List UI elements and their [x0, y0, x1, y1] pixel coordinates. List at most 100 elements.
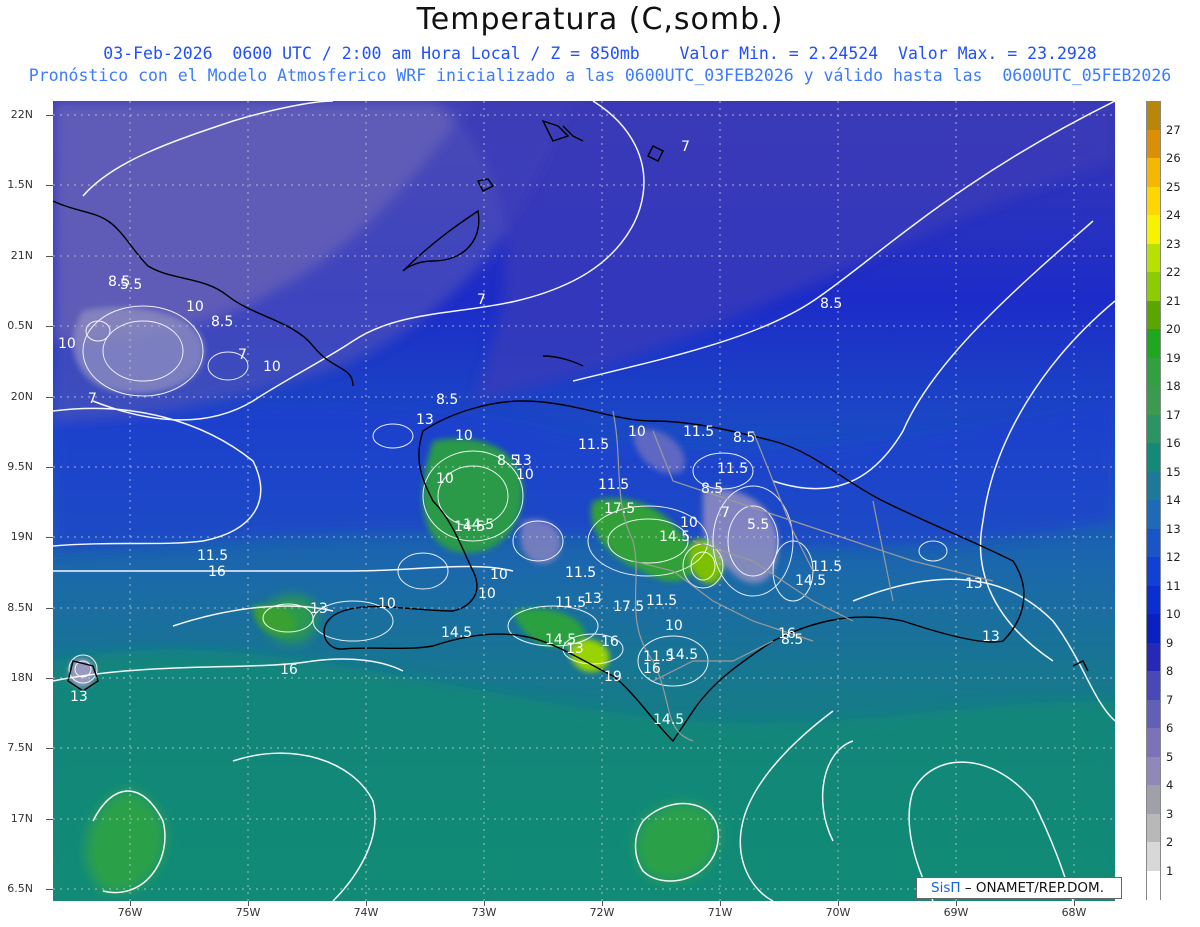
contour-label: 11.5 [555, 595, 586, 611]
lat-tick [46, 537, 53, 538]
colorbar-label: 26 [1166, 151, 1181, 165]
credit-text: – ONAMET/REP.DOM. [964, 880, 1104, 896]
contour-label: 11.5 [565, 565, 596, 581]
lon-tick [602, 901, 603, 906]
lat-label: 17N [10, 812, 33, 825]
colorbar-label: 23 [1166, 236, 1181, 251]
lon-tick [720, 901, 721, 906]
colorbar-segment [1146, 785, 1161, 814]
lon-tick [838, 901, 839, 906]
temperature-field: 78.55.57 8.510108.57107 8.5101311.58.510 8.… [53, 101, 1115, 901]
colorbar-segment [1146, 699, 1161, 729]
contour-label: 13 [566, 641, 584, 657]
lon-label: 73W [471, 906, 497, 919]
contour-label: 16 [280, 662, 298, 678]
contour-label: 14.5 [659, 529, 690, 545]
map-title: Temperatura (C,somb.) [416, 2, 784, 37]
colorbar-segment [1146, 186, 1161, 216]
colorbar-label: 14 [1166, 493, 1181, 507]
lon-label: 72W [589, 906, 615, 919]
colorbar-segment [1146, 528, 1161, 558]
model-info-subtitle: Pronóstico con el Modelo Atmosferico WRF… [28, 66, 1172, 85]
colorbar-segment [1146, 557, 1161, 586]
contour-label: 7 [681, 139, 690, 155]
contour-label: 10 [455, 428, 473, 444]
contour-label: 8.5 [701, 481, 723, 497]
contour-label: 13 [416, 412, 434, 428]
colorbar-segment [1146, 129, 1161, 159]
contour-label: 11.5 [197, 548, 228, 564]
lat-label: 0.5N [7, 319, 33, 332]
colorbar-segment [1146, 272, 1161, 301]
contour-label: 10 [665, 618, 683, 634]
colorbar-segment [1146, 870, 1161, 900]
colorbar-segment [1146, 642, 1161, 672]
lon-label: 68W [1061, 906, 1087, 919]
contour-label: 16 [208, 564, 226, 580]
lat-label: 1.5N [7, 178, 33, 191]
lon-tick [956, 901, 957, 906]
lon-label: 76W [117, 906, 143, 919]
lon-label: 74W [353, 906, 379, 919]
contour-label: 11.5 [646, 593, 677, 609]
valid-time-subtitle: 03-Feb-2026 0600 UTC / 2:00 am Hora Loca… [103, 44, 1097, 63]
lat-label: 21N [10, 249, 33, 262]
colorbar-label: 27 [1166, 122, 1181, 137]
contour-label: 14.5 [454, 519, 485, 535]
colorbar-segment [1146, 300, 1161, 330]
lon-label: 71W [707, 906, 733, 919]
lat-label: 9.5N [7, 460, 33, 473]
lon-tick [1074, 901, 1075, 906]
contour-label: 8.5 [211, 314, 233, 330]
colorbar-label: 4 [1166, 778, 1174, 792]
colorbar-segment [1146, 756, 1161, 786]
contour-label: 13 [584, 591, 602, 607]
colorbar-label: 21 [1166, 293, 1181, 308]
colorbar-label: 25 [1166, 179, 1181, 194]
colorbar-segment [1146, 158, 1161, 187]
lat-label: 20N [10, 390, 33, 403]
colorbar-label: 24 [1166, 208, 1181, 222]
colorbar-label: 6 [1166, 721, 1174, 735]
colorbar-label: 2 [1166, 835, 1174, 849]
contour-label: 14.5 [667, 647, 698, 663]
contour-label: 14.5 [441, 625, 472, 641]
contour-label: 13 [70, 689, 88, 705]
colorbar-label: 16 [1166, 436, 1181, 450]
contour-label: 7 [88, 391, 97, 407]
contour-label: 14.5 [795, 573, 826, 589]
colorbar-segment [1146, 842, 1161, 871]
contour-label: 7 [477, 292, 486, 308]
colorbar-segment [1146, 671, 1161, 700]
colorbar-segment [1146, 813, 1161, 843]
lat-tick [46, 397, 53, 398]
colorbar-segment [1146, 728, 1161, 757]
contour-label: 14.5 [653, 712, 684, 728]
colorbar-label: 5 [1166, 749, 1174, 764]
lat-tick [46, 185, 53, 186]
contour-label: 8.5 [820, 296, 842, 312]
lon-label: 70W [825, 906, 851, 919]
lat-tick [46, 678, 53, 679]
lat-label: 19N [10, 530, 33, 543]
colorbar-label: 8 [1166, 664, 1174, 678]
lon-label: 75W [235, 906, 261, 919]
colorbar-segment [1146, 585, 1161, 615]
colorbar-label: 17 [1166, 407, 1181, 422]
colorbar-segment [1146, 443, 1161, 472]
colorbar-segment [1146, 215, 1161, 244]
contour-label: 10 [516, 467, 534, 483]
lat-tick [46, 748, 53, 749]
colorbar-segment [1146, 243, 1161, 273]
lat-tick [46, 608, 53, 609]
colorbar-label: 15 [1166, 464, 1181, 479]
lon-tick [248, 901, 249, 906]
colorbar-segment [1146, 614, 1161, 643]
credit-box: SisΠ – ONAMET/REP.DOM. [916, 877, 1122, 899]
contour-label: 10 [478, 586, 496, 602]
colorbar-segment [1146, 357, 1161, 387]
contour-label: 5.5 [120, 277, 142, 293]
contour-label: 10 [490, 567, 508, 583]
lat-tick [46, 819, 53, 820]
colorbar-label: 3 [1166, 806, 1174, 821]
